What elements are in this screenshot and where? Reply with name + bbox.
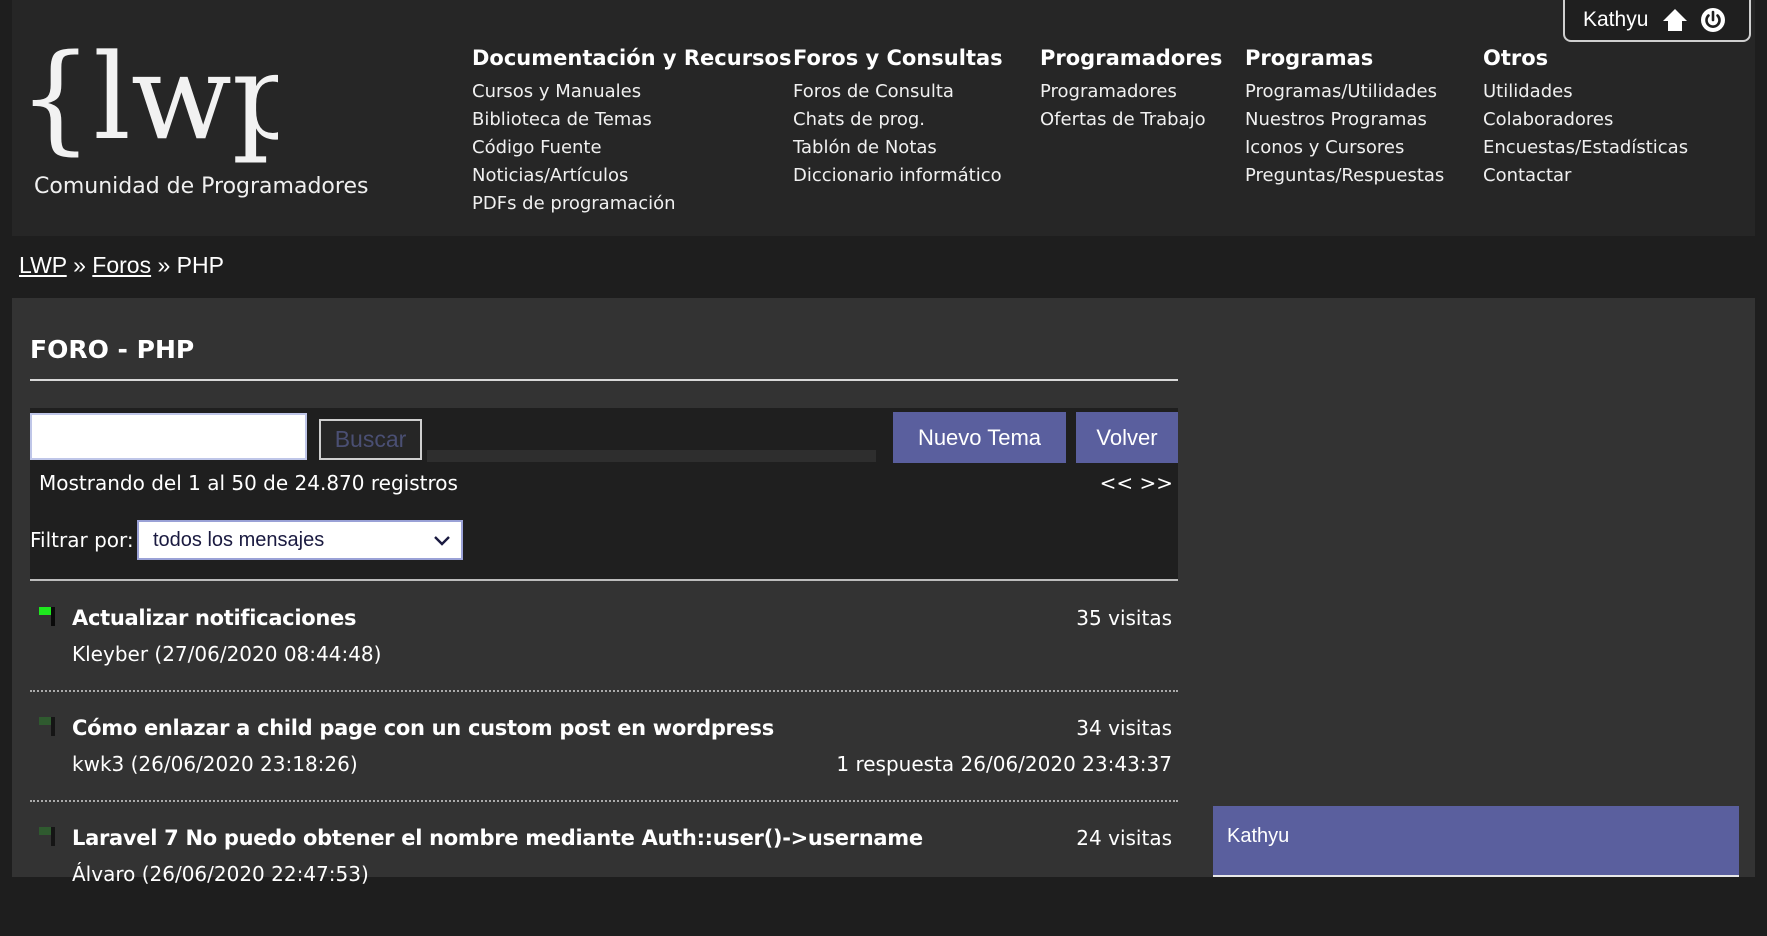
topic-last-reply: 1 respuesta 26/06/2020 23:43:37 [836, 752, 1172, 776]
breadcrumb-link-lwp[interactable]: LWP [19, 252, 67, 278]
nav-link[interactable]: Cursos y Manuales [472, 78, 791, 106]
nav-title: Foros y Consultas [793, 46, 1003, 70]
forum-toolbar: Buscar Nuevo Tema Volver Mostrando del 1… [30, 408, 1178, 580]
nav-column-docs: Documentación y Recursos Cursos y Manual… [472, 46, 791, 218]
new-topic-flag-icon [38, 606, 58, 628]
new-topic-button[interactable]: Nuevo Tema [893, 412, 1066, 463]
breadcrumb-separator: » [73, 252, 86, 278]
search-button[interactable]: Buscar [319, 419, 422, 460]
breadcrumb-link-foros[interactable]: Foros [92, 252, 151, 278]
topic-author: Álvaro (26/06/2020 22:47:53) [72, 862, 369, 886]
nav-link[interactable]: PDFs de programación [472, 190, 791, 218]
nav-link[interactable]: Iconos y Cursores [1245, 134, 1444, 162]
nav-link[interactable]: Programas/Utilidades [1245, 78, 1444, 106]
topic-visits: 35 visitas [1076, 606, 1172, 630]
topic-separator [30, 690, 1178, 692]
nav-link[interactable]: Chats de prog. [793, 106, 1003, 134]
topic-title[interactable]: Laravel 7 No puedo obtener el nombre med… [72, 826, 923, 850]
read-topic-flag-icon [38, 716, 58, 738]
user-name[interactable]: Kathyu [1583, 8, 1648, 32]
search-input[interactable] [30, 413, 307, 460]
breadcrumb-current: PHP [176, 252, 224, 278]
nav-link[interactable]: Foros de Consulta [793, 78, 1003, 106]
filter-select[interactable]: todos los mensajes [137, 520, 463, 560]
page-title: FORO - PHP [30, 335, 195, 364]
site-logo[interactable]: {lwp} [18, 28, 382, 168]
main-panel: FORO - PHP Buscar Nuevo Tema Volver Most… [12, 298, 1755, 886]
topic-author: Kleyber (27/06/2020 08:44:48) [72, 642, 382, 666]
breadcrumb-separator: » [157, 252, 171, 278]
user-menu: Kathyu [1563, 0, 1751, 42]
nav-column-forums: Foros y Consultas Foros de Consulta Chat… [793, 46, 1003, 190]
read-topic-flag-icon [38, 826, 58, 848]
topic-title[interactable]: Cómo enlazar a child page con un custom … [72, 716, 774, 740]
nav-link[interactable]: Preguntas/Respuestas [1245, 162, 1444, 190]
nav-column-programs: Programas Programas/Utilidades Nuestros … [1245, 46, 1444, 190]
nav-link[interactable]: Biblioteca de Temas [472, 106, 791, 134]
site-tagline: Comunidad de Programadores [34, 174, 369, 199]
nav-link[interactable]: Programadores [1040, 78, 1222, 106]
pagination: << >> [1100, 471, 1173, 495]
nav-link[interactable]: Utilidades [1483, 78, 1688, 106]
back-button[interactable]: Volver [1076, 412, 1178, 463]
topic-row: Laravel 7 No puedo obtener el nombre med… [30, 826, 1178, 936]
nav-link[interactable]: Código Fuente [472, 134, 791, 162]
nav-link[interactable]: Contactar [1483, 162, 1688, 190]
nav-column-others: Otros Utilidades Colaboradores Encuestas… [1483, 46, 1688, 190]
title-divider [30, 379, 1178, 381]
nav-link[interactable]: Encuestas/Estadísticas [1483, 134, 1688, 162]
chevron-down-icon [433, 531, 451, 555]
topic-visits: 34 visitas [1076, 716, 1172, 740]
prev-page-link[interactable]: << [1100, 471, 1134, 495]
logo-text: {lwp} [18, 28, 278, 166]
topic-row: Actualizar notificaciones 35 visitas Kle… [30, 606, 1178, 716]
topic-title[interactable]: Actualizar notificaciones [72, 606, 356, 630]
nav-title: Otros [1483, 46, 1549, 70]
sidebar-user-box: Kathyu [1213, 806, 1739, 877]
nav-link[interactable]: Ofertas de Trabajo [1040, 106, 1222, 134]
home-icon[interactable] [1662, 7, 1688, 33]
records-count: Mostrando del 1 al 50 de 24.870 registro… [39, 471, 458, 495]
nav-link[interactable]: Noticias/Artículos [472, 162, 791, 190]
topic-row: Cómo enlazar a child page con un custom … [30, 716, 1178, 826]
nav-link[interactable]: Diccionario informático [793, 162, 1003, 190]
nav-link[interactable]: Tablón de Notas [793, 134, 1003, 162]
list-divider [30, 579, 1178, 581]
topic-separator [30, 800, 1178, 802]
breadcrumb: LWP » Foros » PHP [19, 252, 224, 279]
next-page-link[interactable]: >> [1139, 471, 1173, 495]
topic-visits: 24 visitas [1076, 826, 1172, 850]
filter-selected-value: todos los mensajes [153, 528, 325, 551]
nav-title: Programadores [1040, 46, 1223, 70]
nav-title: Programas [1245, 46, 1374, 70]
site-header: {lwp} Comunidad de Programadores Documen… [12, 0, 1755, 236]
nav-link[interactable]: Nuestros Programas [1245, 106, 1444, 134]
topic-author: kwk3 (26/06/2020 23:18:26) [72, 752, 358, 776]
nav-link[interactable]: Colaboradores [1483, 106, 1688, 134]
nav-title: Documentación y Recursos [472, 46, 792, 70]
toolbar-strip [427, 450, 876, 462]
sidebar-user-name[interactable]: Kathyu [1227, 825, 1289, 848]
filter-label: Filtrar por: [30, 528, 134, 552]
power-icon[interactable] [1700, 7, 1726, 33]
nav-column-programmers: Programadores Programadores Ofertas de T… [1040, 46, 1222, 134]
